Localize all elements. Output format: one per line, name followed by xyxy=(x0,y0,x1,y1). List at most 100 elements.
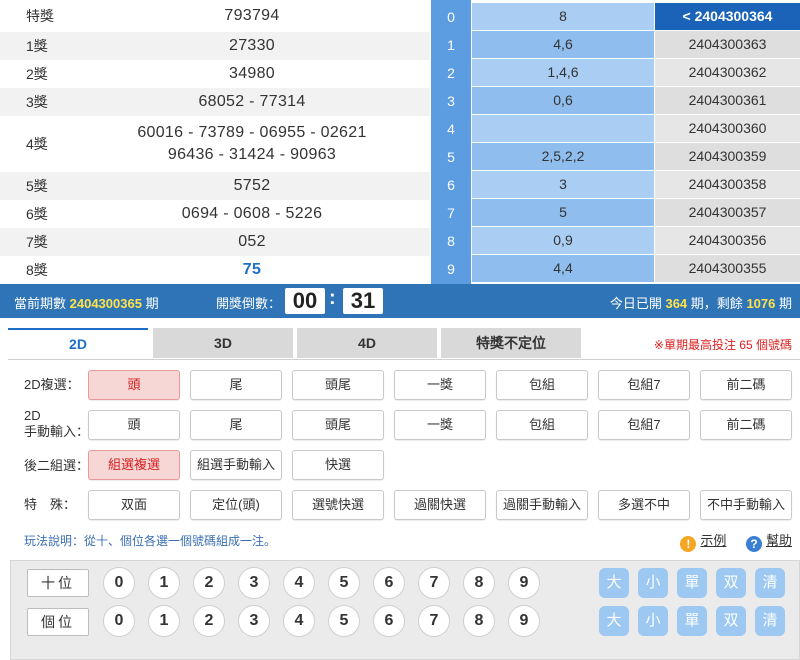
tail-numbers: 0,6 xyxy=(472,87,654,114)
2d-manual-group-button[interactable]: 包組 xyxy=(496,410,588,440)
ones-clear-button[interactable]: 清 xyxy=(755,606,785,636)
2d-multi-head-button[interactable]: 頭 xyxy=(88,370,180,400)
quick-pick-button[interactable]: 快選 xyxy=(292,450,384,480)
double-side-button[interactable]: 双面 xyxy=(88,490,180,520)
prize-value: 0694 - 0608 - 5226 xyxy=(181,205,323,222)
current-period-label: 當前期數 xyxy=(14,296,67,311)
game-tabs: 2D 3D 4D 特獎不定位 ※單期最高投注 65 個號碼 xyxy=(0,328,800,360)
ball-ones-1[interactable]: 1 xyxy=(148,605,180,637)
period-item[interactable]: 2404300359 xyxy=(655,143,800,170)
tab-4d[interactable]: 4D xyxy=(297,328,437,358)
2d-manual-group7-button[interactable]: 包組7 xyxy=(598,410,690,440)
tens-small-button[interactable]: 小 xyxy=(638,568,668,598)
example-link[interactable]: 示例 xyxy=(700,533,726,548)
multi-miss-button[interactable]: 多選不中 xyxy=(598,490,690,520)
prize-value-line: 96436 - 31424 - 90963 xyxy=(167,146,337,163)
ball-tens-4[interactable]: 4 xyxy=(283,567,315,599)
tab-special[interactable]: 特獎不定位 xyxy=(441,328,581,358)
position-head-button[interactable]: 定位(頭) xyxy=(190,490,282,520)
miss-manual-button[interactable]: 不中手動輸入 xyxy=(700,490,792,520)
prize-value: 793794 xyxy=(224,7,280,24)
tab-2d[interactable]: 2D xyxy=(8,328,148,360)
group-manual-button[interactable]: 組選手動輸入 xyxy=(190,450,282,480)
2d-manual-headtail-button[interactable]: 頭尾 xyxy=(292,410,384,440)
ones-small-button[interactable]: 小 xyxy=(638,606,668,636)
number-quick-pick-button[interactable]: 選號快選 xyxy=(292,490,384,520)
tail-index: 1 xyxy=(447,37,455,53)
prize-label: 5獎 xyxy=(26,178,48,194)
tens-odd-button[interactable]: 單 xyxy=(677,568,707,598)
prize-value: 27330 xyxy=(229,37,275,54)
period-item[interactable]: 2404300361 xyxy=(655,87,800,114)
prize-row-7: 7獎 052 xyxy=(0,228,430,256)
prize-value-line: 60016 - 73789 - 06955 - 02621 xyxy=(137,124,367,141)
tail-index: 6 xyxy=(447,177,455,193)
ball-ones-7[interactable]: 7 xyxy=(418,605,450,637)
row-label-special: 特 殊： xyxy=(24,497,77,512)
countdown-separator: : xyxy=(329,287,336,309)
group-multi-button[interactable]: 組選複選 xyxy=(88,450,180,480)
2d-multi-first-two-button[interactable]: 前二碼 xyxy=(700,370,792,400)
ones-odd-button[interactable]: 單 xyxy=(677,606,707,636)
2d-manual-tail-button[interactable]: 尾 xyxy=(190,410,282,440)
2d-manual-first-two-button[interactable]: 前二碼 xyxy=(700,410,792,440)
prize-row-8: 8獎 75 xyxy=(0,256,430,284)
ball-tens-8[interactable]: 8 xyxy=(463,567,495,599)
prize-label: 1獎 xyxy=(26,38,48,54)
period-item[interactable]: 2404300360 xyxy=(655,115,800,142)
help-link[interactable]: 幫助 xyxy=(766,533,792,548)
parlay-manual-button[interactable]: 過關手動輸入 xyxy=(496,490,588,520)
ball-tens-1[interactable]: 1 xyxy=(148,567,180,599)
ball-ones-8[interactable]: 8 xyxy=(463,605,495,637)
ball-ones-5[interactable]: 5 xyxy=(328,605,360,637)
tail-numbers: 4,4 xyxy=(472,255,654,282)
ball-tens-9[interactable]: 9 xyxy=(508,567,540,599)
tail-index: 8 xyxy=(447,233,455,249)
ball-ones-2[interactable]: 2 xyxy=(193,605,225,637)
period-item[interactable]: 2404300363 xyxy=(655,31,800,58)
ball-tens-2[interactable]: 2 xyxy=(193,567,225,599)
ball-tens-7[interactable]: 7 xyxy=(418,567,450,599)
2d-multi-group-button[interactable]: 包組 xyxy=(496,370,588,400)
prize-row-3: 3獎 68052 - 77314 xyxy=(0,88,430,116)
ball-ones-0[interactable]: 0 xyxy=(103,605,135,637)
ball-tens-5[interactable]: 5 xyxy=(328,567,360,599)
ball-ones-3[interactable]: 3 xyxy=(238,605,270,637)
2d-multi-headtail-button[interactable]: 頭尾 xyxy=(292,370,384,400)
tab-3d[interactable]: 3D xyxy=(153,328,293,358)
2d-manual-head-button[interactable]: 頭 xyxy=(88,410,180,440)
tail-numbers: 8 xyxy=(472,3,654,30)
2d-multi-group7-button[interactable]: 包組7 xyxy=(598,370,690,400)
tail-index: 2 xyxy=(447,65,455,81)
tail-numbers: 1,4,6 xyxy=(472,59,654,86)
2d-multi-tail-button[interactable]: 尾 xyxy=(190,370,282,400)
remain-label: 期，剩餘 xyxy=(690,296,743,311)
period-item[interactable]: 2404300357 xyxy=(655,199,800,226)
period-item-selected[interactable]: < 2404300364 xyxy=(655,3,800,30)
ball-ones-9[interactable]: 9 xyxy=(508,605,540,637)
period-item[interactable]: 2404300358 xyxy=(655,171,800,198)
2d-manual-first-prize-button[interactable]: 一獎 xyxy=(394,410,486,440)
ball-tens-6[interactable]: 6 xyxy=(373,567,405,599)
ball-ones-6[interactable]: 6 xyxy=(373,605,405,637)
prize-label: 7獎 xyxy=(26,234,48,250)
period-item[interactable]: 2404300356 xyxy=(655,227,800,254)
ones-even-button[interactable]: 双 xyxy=(716,606,746,636)
parlay-quick-pick-button[interactable]: 過關快選 xyxy=(394,490,486,520)
period-item[interactable]: 2404300362 xyxy=(655,59,800,86)
prize-label: 6獎 xyxy=(26,206,48,222)
tens-big-button[interactable]: 大 xyxy=(599,568,629,598)
tens-clear-button[interactable]: 清 xyxy=(755,568,785,598)
ball-ones-4[interactable]: 4 xyxy=(283,605,315,637)
countdown-seconds: 31 xyxy=(343,288,383,314)
ball-tens-3[interactable]: 3 xyxy=(238,567,270,599)
period-item[interactable]: 2404300355 xyxy=(655,255,800,282)
tens-even-button[interactable]: 双 xyxy=(716,568,746,598)
remain-count: 1076 xyxy=(746,296,776,311)
prize-label: 4獎 xyxy=(26,136,48,152)
ones-big-button[interactable]: 大 xyxy=(599,606,629,636)
2d-multi-first-prize-button[interactable]: 一獎 xyxy=(394,370,486,400)
prize-label: 3獎 xyxy=(26,94,48,110)
ball-tens-0[interactable]: 0 xyxy=(103,567,135,599)
row-label-2d-manual: 2D 手動輸入： xyxy=(24,408,89,440)
